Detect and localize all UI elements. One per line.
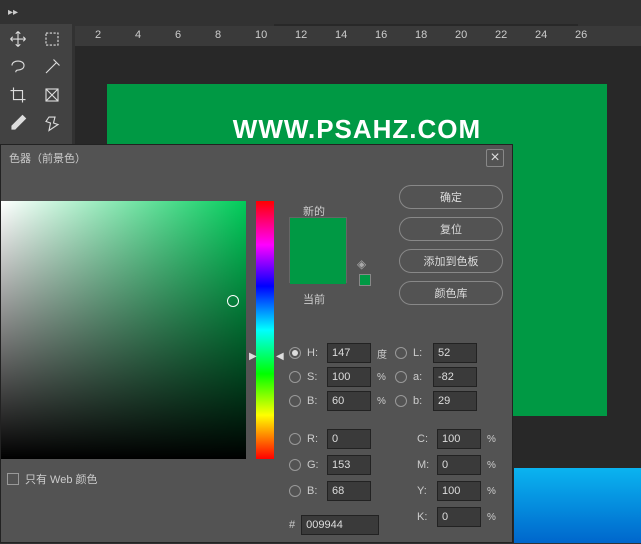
add-swatch-button[interactable]: 添加到色板 <box>399 249 503 273</box>
radio-b-lab[interactable] <box>395 395 407 407</box>
color-picker-dialog: 色器（前景色） × ▶ ◀ 新的 当前 ◈ 确定 复位 添加到色板 颜色库 H:… <box>0 144 513 543</box>
input-hex[interactable] <box>301 515 379 535</box>
expand-icon[interactable]: ▸▸ <box>4 7 22 18</box>
close-button[interactable]: × <box>486 149 504 167</box>
radio-a[interactable] <box>395 371 407 383</box>
input-m[interactable] <box>437 455 481 475</box>
hue-pointer-left: ▶ <box>249 351 257 362</box>
input-b-lab[interactable] <box>433 391 477 411</box>
dialog-title: 色器（前景色） <box>9 150 86 166</box>
eyedropper-tool[interactable] <box>2 110 34 136</box>
reset-button[interactable]: 复位 <box>399 217 503 241</box>
label-web-only: 只有 Web 颜色 <box>25 471 98 487</box>
checkbox-web-only[interactable] <box>7 473 19 485</box>
crop-tool[interactable] <box>2 82 34 108</box>
ruler-horizontal: 2468101214161820222426 <box>75 26 641 46</box>
input-k[interactable] <box>437 507 481 527</box>
radio-r[interactable] <box>289 433 301 445</box>
input-y[interactable] <box>437 481 481 501</box>
taskbar-fragment <box>514 468 641 543</box>
move-tool[interactable] <box>2 26 34 52</box>
menu-bar: ▸▸ <box>0 0 641 24</box>
color-cursor[interactable] <box>227 295 239 307</box>
input-g[interactable] <box>327 455 371 475</box>
input-a[interactable] <box>433 367 477 387</box>
cmyk-grid: C:% M:% Y:% K:% <box>417 429 501 527</box>
input-c[interactable] <box>437 429 481 449</box>
color-library-button[interactable]: 颜色库 <box>399 281 503 305</box>
lasso-tool[interactable] <box>2 54 34 80</box>
input-s[interactable] <box>327 367 371 387</box>
radio-h[interactable] <box>289 347 301 359</box>
label-current: 当前 <box>303 291 325 307</box>
saturation-field[interactable] <box>1 201 246 459</box>
websafe-swatch[interactable] <box>359 274 371 286</box>
hue-pointer-right: ◀ <box>276 351 284 362</box>
radio-l[interactable] <box>395 347 407 359</box>
radio-b-rgb[interactable] <box>289 485 301 497</box>
heal-tool[interactable] <box>36 110 68 136</box>
preview-current[interactable] <box>290 251 346 284</box>
rgb-grid: R: G: B: <box>289 429 373 501</box>
wand-tool[interactable] <box>36 54 68 80</box>
input-l[interactable] <box>433 343 477 363</box>
color-preview <box>289 217 347 283</box>
input-b-rgb[interactable] <box>327 481 371 501</box>
hex-row: # <box>289 515 379 535</box>
gamut-warning-icon[interactable]: ◈ <box>357 257 371 271</box>
hue-slider[interactable] <box>256 201 274 459</box>
preview-new <box>290 218 346 251</box>
input-b-hsb[interactable] <box>327 391 371 411</box>
radio-b-hsb[interactable] <box>289 395 301 407</box>
hsb-lab-grid: H:度 L: S:% a: B:% b: <box>289 343 497 411</box>
ok-button[interactable]: 确定 <box>399 185 503 209</box>
input-r[interactable] <box>327 429 371 449</box>
marquee-tool[interactable] <box>36 26 68 52</box>
frame-tool[interactable] <box>36 82 68 108</box>
radio-g[interactable] <box>289 459 301 471</box>
input-h[interactable] <box>327 343 371 363</box>
dialog-titlebar: 色器（前景色） × <box>1 145 512 171</box>
canvas-text: WWW.PSAHZ.COM <box>233 114 481 145</box>
web-only-row: 只有 Web 颜色 <box>7 471 98 487</box>
radio-s[interactable] <box>289 371 301 383</box>
